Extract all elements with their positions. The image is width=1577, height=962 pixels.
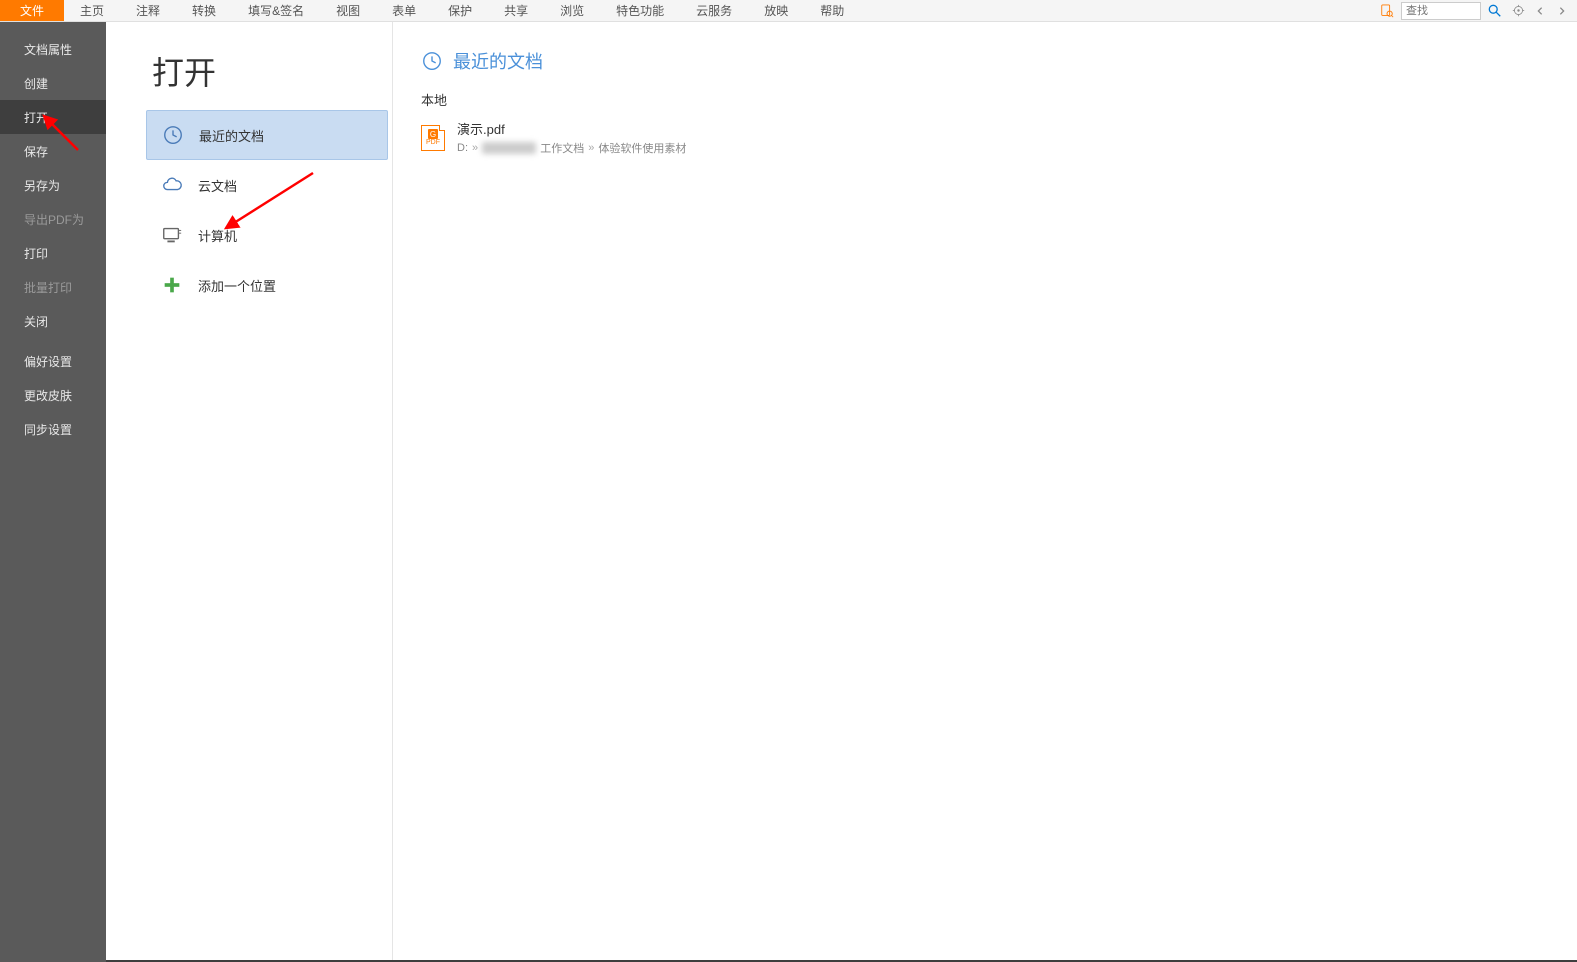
ribbon-tab-form[interactable]: 表单 — [376, 0, 432, 21]
location-add[interactable]: 添加一个位置 — [146, 260, 388, 310]
location-label: 添加一个位置 — [198, 276, 276, 295]
plus-icon — [160, 273, 184, 297]
cloud-icon — [160, 173, 184, 197]
sidebar-item-preferences[interactable]: 偏好设置 — [0, 344, 106, 378]
location-computer[interactable]: 计算机 — [146, 210, 388, 260]
file-sidebar: 文档属性 创建 打开 保存 另存为 导出PDF为 打印 批量打印 关闭 偏好设置… — [0, 22, 106, 962]
location-recent[interactable]: 最近的文档 — [146, 110, 388, 160]
ribbon-tab-browse[interactable]: 浏览 — [544, 0, 600, 21]
open-locations: 打开 最近的文档 云文档 计算机 添加一个位置 — [106, 22, 393, 962]
ribbon-tab-home[interactable]: 主页 — [64, 0, 120, 21]
sidebar-item-export[interactable]: 导出PDF为 — [0, 202, 106, 236]
clock-icon — [421, 50, 443, 72]
file-path: D: » (redacted) 工作文档 » 体验软件使用素材 — [457, 140, 686, 156]
ribbon-tab-protect[interactable]: 保护 — [432, 0, 488, 21]
clock-icon — [161, 123, 185, 147]
sidebar-item-print[interactable]: 打印 — [0, 236, 106, 270]
ribbon-tab-convert[interactable]: 转换 — [176, 0, 232, 21]
location-cloud[interactable]: 云文档 — [146, 160, 388, 210]
sidebar-item-batchprint[interactable]: 批量打印 — [0, 270, 106, 304]
pdf-file-icon: G PDF — [421, 125, 445, 151]
ribbon-tab-play[interactable]: 放映 — [748, 0, 804, 21]
sidebar-item-open[interactable]: 打开 — [0, 100, 106, 134]
ribbon-tab-special[interactable]: 特色功能 — [600, 0, 680, 21]
recent-content: 最近的文档 本地 G PDF 演示.pdf D: » (redacted) 工作… — [393, 22, 1577, 962]
recent-group-local: 本地 — [421, 90, 1577, 109]
nav-next-icon[interactable] — [1553, 2, 1571, 20]
ribbon-tab-help[interactable]: 帮助 — [804, 0, 860, 21]
nav-prev-icon[interactable] — [1531, 2, 1549, 20]
ribbon-tab-file[interactable]: 文件 — [0, 0, 64, 21]
sidebar-item-skin[interactable]: 更改皮肤 — [0, 378, 106, 412]
computer-icon — [160, 223, 184, 247]
sidebar-item-create[interactable]: 创建 — [0, 66, 106, 100]
sidebar-item-sync[interactable]: 同步设置 — [0, 412, 106, 446]
ribbon-tab-comment[interactable]: 注释 — [120, 0, 176, 21]
sidebar-item-saveas[interactable]: 另存为 — [0, 168, 106, 202]
recent-file-row[interactable]: G PDF 演示.pdf D: » (redacted) 工作文档 » 体验软件… — [421, 115, 1121, 160]
ribbon-tab-cloud[interactable]: 云服务 — [680, 0, 748, 21]
file-name: 演示.pdf — [457, 119, 686, 138]
ribbon-tab-fillsign[interactable]: 填写&签名 — [232, 0, 320, 21]
search-go-icon[interactable] — [1485, 1, 1505, 21]
sidebar-item-close[interactable]: 关闭 — [0, 304, 106, 338]
location-label: 云文档 — [198, 176, 237, 195]
ribbon-tab-view[interactable]: 视图 — [320, 0, 376, 21]
ribbon: 文件 主页 注释 转换 填写&签名 视图 表单 保护 共享 浏览 特色功能 云服… — [0, 0, 1577, 22]
search-input[interactable] — [1401, 2, 1481, 20]
location-label: 最近的文档 — [199, 126, 264, 145]
ribbon-spacer — [860, 0, 1377, 21]
page-title: 打开 — [146, 48, 392, 94]
settings-icon[interactable] — [1509, 2, 1527, 20]
location-label: 计算机 — [198, 226, 237, 245]
sidebar-item-properties[interactable]: 文档属性 — [0, 32, 106, 66]
search-page-icon[interactable] — [1377, 1, 1397, 21]
ribbon-tab-share[interactable]: 共享 — [488, 0, 544, 21]
ribbon-tools — [1377, 0, 1577, 21]
section-title: 最近的文档 — [453, 48, 543, 74]
sidebar-item-save[interactable]: 保存 — [0, 134, 106, 168]
